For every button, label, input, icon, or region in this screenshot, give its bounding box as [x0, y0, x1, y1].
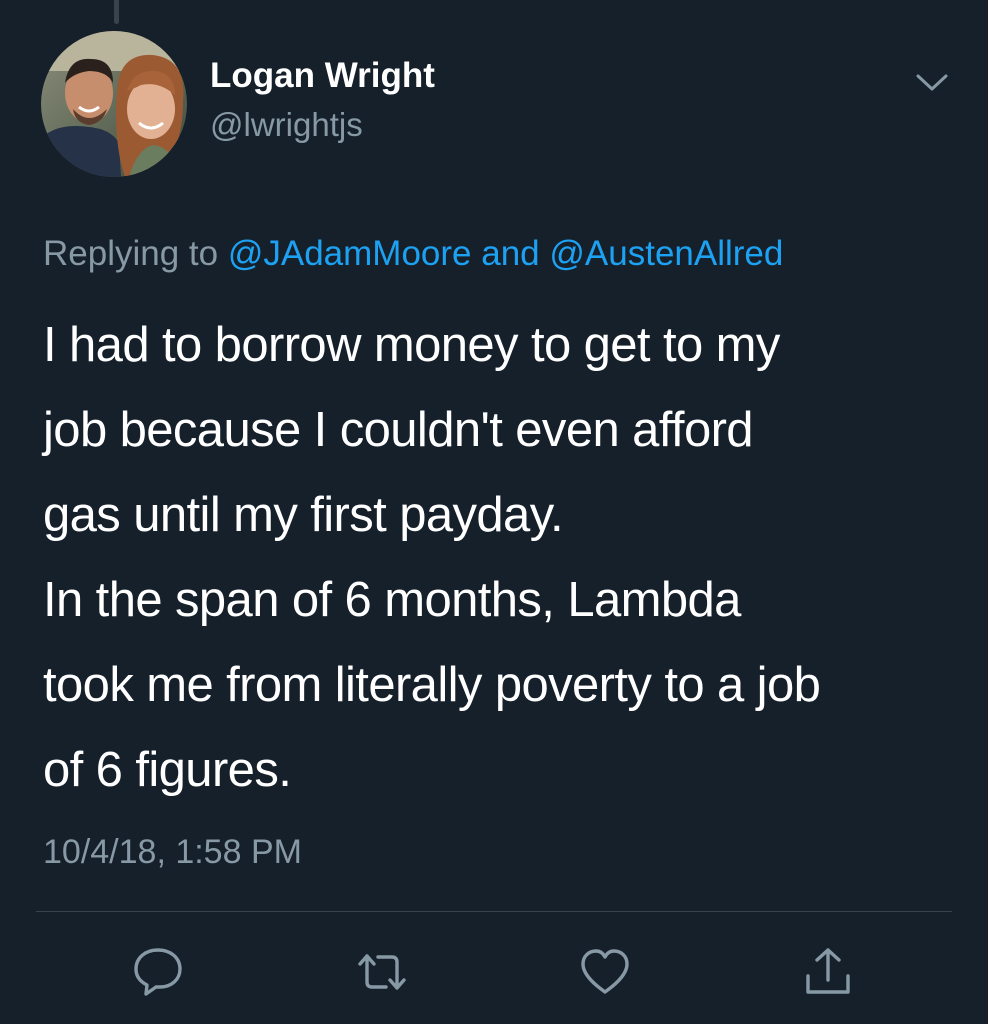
mention-joiner: and	[481, 234, 540, 273]
tweet-text-line: gas until my first payday.	[43, 488, 564, 542]
avatar[interactable]	[41, 31, 187, 177]
tweet-text-line: I had to borrow money to get to my	[43, 318, 780, 372]
like-button[interactable]	[577, 944, 633, 1000]
tweet-text-line: job because I couldn't even afford	[43, 403, 754, 457]
tweet-text-line: took me from literally poverty to a job	[43, 658, 821, 712]
tweet-body: I had to borrow money to get to my job b…	[43, 303, 973, 813]
chevron-down-icon	[916, 74, 948, 91]
mention-link[interactable]: @JAdamMoore	[228, 234, 472, 273]
mention-link[interactable]: @AustenAllred	[549, 234, 783, 273]
tweet-menu-button[interactable]	[914, 68, 950, 96]
speech-bubble-icon	[134, 948, 182, 996]
tweet-text-line: In the span of 6 months, Lambda	[43, 573, 741, 627]
divider	[36, 911, 952, 912]
replying-to-line: Replying to @JAdamMoore and @AustenAllre…	[43, 234, 783, 274]
profile-photo-icon	[41, 31, 187, 177]
reply-button[interactable]	[130, 944, 186, 1000]
replying-to-label: Replying to	[43, 234, 219, 273]
share-button[interactable]	[800, 944, 856, 1000]
retweet-button[interactable]	[354, 944, 410, 1000]
tweet-timestamp: 10/4/18, 1:58 PM	[43, 833, 302, 871]
share-upload-icon	[806, 948, 850, 994]
retweet-arrows-icon	[358, 954, 406, 990]
tweet-text-line: of 6 figures.	[43, 743, 292, 797]
author-display-name[interactable]: Logan Wright	[210, 56, 435, 96]
thread-connector-line	[114, 0, 119, 24]
heart-icon	[581, 949, 629, 994]
author-handle[interactable]: @lwrightjs	[210, 106, 363, 144]
